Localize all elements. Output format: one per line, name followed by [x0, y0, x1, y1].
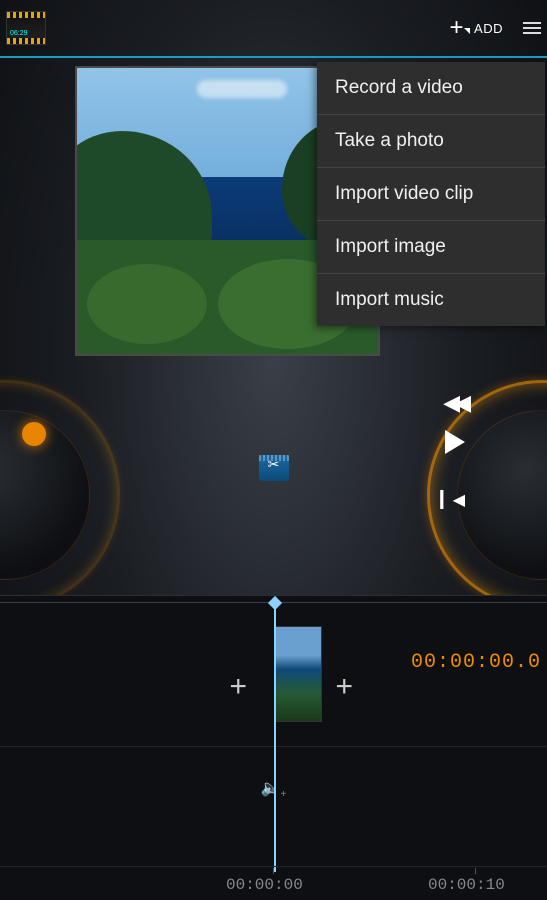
- menu-take-photo[interactable]: Take a photo: [317, 115, 545, 168]
- dropdown-indicator-icon: [464, 28, 470, 34]
- logo-timestamp: 06:29: [10, 30, 28, 37]
- add-label: ADD: [474, 21, 503, 36]
- clapper-icon[interactable]: ✂: [259, 455, 289, 481]
- app-logo[interactable]: 06:29: [6, 11, 46, 45]
- timeline: 00:00:00.0 + + 🔈+ 00:00:00 00:00:10: [0, 595, 547, 900]
- ruler-mark-1: 00:00:10: [428, 876, 505, 894]
- plus-icon: +: [450, 21, 465, 35]
- top-toolbar: 06:29 + ADD: [0, 0, 547, 56]
- menu-import-video[interactable]: Import video clip: [317, 168, 545, 221]
- menu-record-video[interactable]: Record a video: [317, 62, 545, 115]
- add-menu: Record a video Take a photo Import video…: [317, 62, 545, 326]
- rewind-button[interactable]: ◀◀: [443, 390, 465, 416]
- clip-trim-right[interactable]: +: [336, 670, 354, 704]
- skip-back-button[interactable]: ▎◀: [440, 490, 465, 510]
- ruler-mark-0: 00:00:00: [226, 876, 303, 894]
- play-icon: [445, 430, 465, 454]
- add-button[interactable]: + ADD: [438, 13, 515, 44]
- play-button[interactable]: [445, 430, 465, 454]
- overflow-menu-button[interactable]: [515, 11, 541, 45]
- clip-trim-left[interactable]: +: [230, 670, 248, 704]
- clip-thumbnail[interactable]: [274, 626, 322, 722]
- jog-wheel-left[interactable]: [0, 380, 120, 610]
- jog-wheel-indicator: [22, 422, 46, 446]
- playhead[interactable]: [274, 602, 276, 872]
- time-ruler[interactable]: 00:00:00 00:00:10: [0, 866, 547, 900]
- menu-import-image[interactable]: Import image: [317, 221, 545, 274]
- menu-import-music[interactable]: Import music: [317, 274, 545, 326]
